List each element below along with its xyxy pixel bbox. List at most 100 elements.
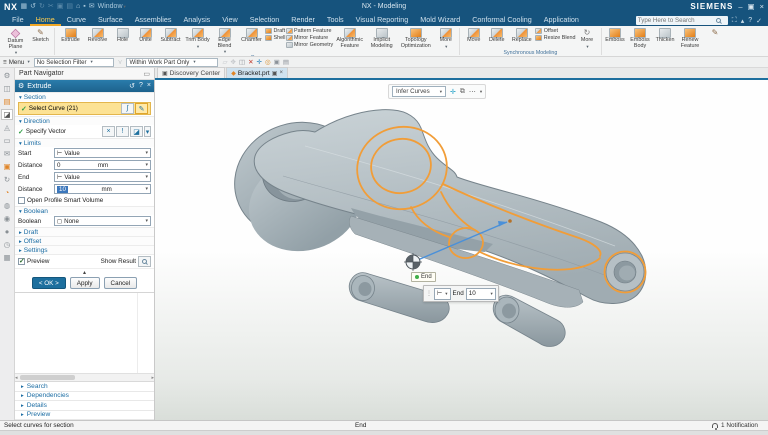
inferred-vector-button[interactable]: !: [116, 126, 129, 137]
tab-curve[interactable]: Curve: [61, 14, 92, 26]
tab-render[interactable]: Render: [285, 14, 321, 26]
tab-surface[interactable]: Surface: [92, 14, 129, 26]
snap-move-icon[interactable]: ✥: [230, 58, 235, 66]
tab-assemblies[interactable]: Assemblies: [129, 14, 178, 26]
section-preview[interactable]: Preview: [15, 411, 154, 421]
dialog-header[interactable]: ⚙ Extrude ↺ ? ×: [15, 80, 154, 92]
scroll-right-arrow[interactable]: ▸: [151, 375, 154, 381]
graphics-window[interactable]: Infer Curves▾ ✛ ⧉ ⋯ ▾: [155, 80, 768, 420]
sketch-section-button[interactable]: ✎: [135, 103, 148, 114]
apply-button[interactable]: Apply: [70, 277, 100, 289]
snap-center-icon[interactable]: ◎: [265, 58, 271, 66]
navigator-tree[interactable]: ◂ ▸: [15, 293, 154, 382]
boolean-dropdown[interactable]: ◻None▾: [54, 216, 151, 226]
vector-options-caret[interactable]: ▾: [144, 126, 151, 137]
dialog-close-icon[interactable]: ×: [147, 82, 151, 90]
save-icon[interactable]: ▦: [21, 0, 28, 13]
tab-application[interactable]: Application: [538, 14, 585, 26]
command-search[interactable]: [636, 16, 728, 25]
thicken-button[interactable]: Thicken: [654, 27, 677, 44]
chamfer-button[interactable]: Chamfer: [238, 27, 265, 44]
snap-plane-icon[interactable]: ▱: [222, 58, 227, 66]
toolbar-caret[interactable]: ▾: [480, 89, 482, 95]
hd3d-tools-icon[interactable]: ✉: [1, 148, 13, 159]
restore-button[interactable]: ▣: [748, 2, 755, 11]
mic-icon[interactable]: ▪: [83, 0, 85, 13]
help-icon[interactable]: ?: [748, 17, 752, 24]
algorithmic-feature-button[interactable]: Algorithmic Feature: [333, 27, 366, 49]
reuse-library-icon[interactable]: ▭: [1, 135, 13, 146]
tab-mold-wizard[interactable]: Mold Wizard: [414, 14, 466, 26]
search-input[interactable]: [638, 17, 714, 24]
process-studio-icon[interactable]: ◔: [1, 187, 13, 198]
dialog-help-icon[interactable]: ?: [139, 82, 143, 90]
drag-grip-icon[interactable]: ⋮: [426, 290, 432, 297]
start-dropdown[interactable]: ⊢Value▾: [54, 148, 151, 158]
limits-header[interactable]: Limits: [15, 138, 154, 147]
direction-header[interactable]: Direction: [15, 116, 154, 125]
infer-curves-dropdown[interactable]: Infer Curves▾: [392, 86, 446, 97]
open-profile-checkbox[interactable]: [18, 197, 25, 204]
selection-scope-dropdown[interactable]: Within Work Part Only: [126, 58, 218, 67]
snap-point-icon[interactable]: ◫: [239, 58, 245, 66]
touch-mode-icon[interactable]: ◷: [1, 239, 13, 250]
sketch-button[interactable]: ✎Sketch: [29, 27, 52, 44]
tab-close-icon[interactable]: ×: [279, 70, 283, 76]
open-profile-row[interactable]: Open Profile Smart Volume: [15, 195, 154, 206]
follow-fillet-icon[interactable]: ⧉: [460, 88, 465, 96]
tab-selection[interactable]: Selection: [244, 14, 286, 26]
subtract-button[interactable]: Subtract: [157, 27, 184, 44]
tab-tools[interactable]: Tools: [321, 14, 350, 26]
manage-icon[interactable]: ◍: [1, 200, 13, 211]
tab-visual-reporting[interactable]: Visual Reporting: [350, 14, 415, 26]
tab-file[interactable]: File: [6, 14, 30, 26]
copy-icon[interactable]: ▣: [57, 0, 64, 13]
reverse-direction-button[interactable]: ×: [102, 126, 115, 137]
tab-view[interactable]: View: [216, 14, 243, 26]
roles-icon[interactable]: ◉: [1, 213, 13, 224]
section-dependencies[interactable]: Dependencies: [15, 392, 154, 402]
cancel-button[interactable]: Cancel: [104, 277, 138, 289]
vector-dialog-button[interactable]: ◪: [130, 126, 143, 137]
notification-area[interactable]: 1 Notification: [712, 422, 758, 429]
horizontal-scrollbar[interactable]: ◂ ▸: [15, 373, 154, 381]
notifications-icon[interactable]: ◬: [1, 122, 13, 133]
minimize-ribbon-icon[interactable]: ▴: [741, 17, 745, 25]
pattern-feature-button[interactable]: Pattern Feature: [286, 28, 334, 34]
boolean-header[interactable]: Boolean: [15, 206, 154, 215]
window-layout-icon[interactable]: ▦: [1, 252, 13, 263]
right-boss[interactable]: [606, 253, 644, 291]
cut-icon[interactable]: ✂: [48, 0, 54, 13]
offset-section[interactable]: Offset: [15, 236, 154, 245]
curve-rule-button[interactable]: ∫: [121, 103, 134, 114]
undo-icon[interactable]: ↺: [30, 0, 36, 13]
datum-plane-button[interactable]: Datum Plane: [2, 27, 29, 56]
redo-icon[interactable]: ↻: [39, 0, 45, 13]
sync-more-button[interactable]: ↻More: [576, 27, 599, 49]
draft-section[interactable]: Draft: [15, 227, 154, 236]
settings-section[interactable]: Settings: [15, 245, 154, 254]
copy-display-icon[interactable]: ✉: [89, 0, 95, 13]
implicit-modeling-button[interactable]: Implicit Modeling: [366, 27, 397, 49]
scroll-left-arrow[interactable]: ◂: [15, 375, 18, 381]
web-browser-icon[interactable]: ▣: [1, 161, 13, 172]
tab-home[interactable]: Home: [30, 14, 61, 26]
snap-endpoint-icon[interactable]: ✕: [248, 58, 253, 66]
bracket-3d-model[interactable]: [155, 80, 767, 420]
window-menu[interactable]: Window: [98, 0, 126, 13]
delete-button[interactable]: Delete: [485, 27, 508, 44]
layers-icon[interactable]: ◪: [1, 109, 13, 120]
extrude-button[interactable]: Extrude: [57, 27, 84, 44]
trim-body-button[interactable]: Trim Body: [184, 27, 211, 49]
offset-button[interactable]: Offset: [535, 28, 575, 34]
show-result-button[interactable]: [138, 256, 151, 267]
undock-icon[interactable]: ▭: [143, 70, 150, 78]
replace-button[interactable]: Replace: [508, 27, 535, 44]
onscreen-distance-input[interactable]: ⋮ ⊢▾ End 10▾: [423, 285, 499, 302]
part-navigator-icon[interactable]: ▤: [1, 96, 13, 107]
preview-checkbox[interactable]: [18, 258, 25, 265]
hole-button[interactable]: Hole: [111, 27, 134, 44]
more-options-icon[interactable]: ⋯: [469, 88, 476, 96]
ok-button[interactable]: < OK >: [32, 277, 66, 289]
mirror-geometry-button[interactable]: Mirror Geometry: [286, 42, 334, 48]
